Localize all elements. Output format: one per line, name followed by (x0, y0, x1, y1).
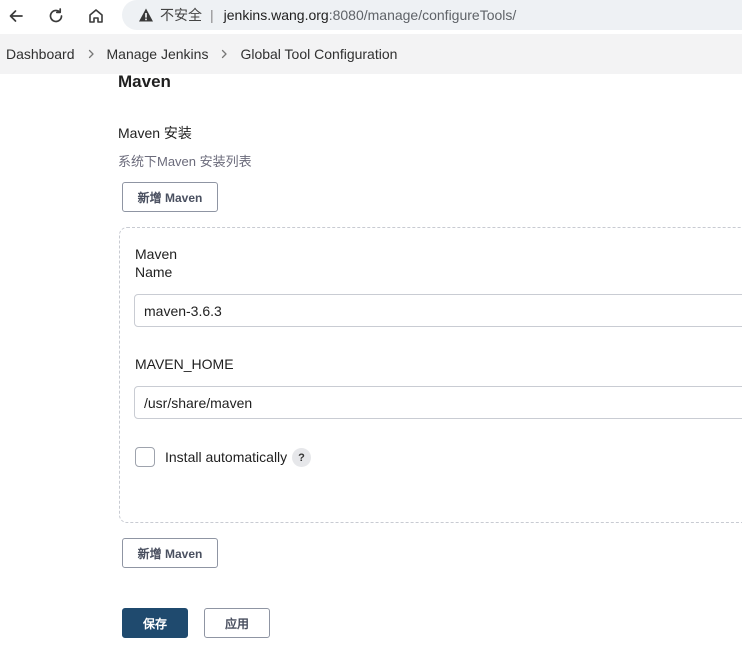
chevron-right-icon (208, 49, 240, 59)
installation-header: Maven (135, 246, 178, 262)
url-separator: | (210, 7, 214, 23)
add-maven-button-bottom[interactable]: 新增 Maven (122, 538, 218, 568)
security-label[interactable]: 不安全 (160, 5, 202, 25)
help-icon[interactable]: ? (292, 448, 311, 467)
breadcrumb: Dashboard Manage Jenkins Global Tool Con… (0, 34, 742, 74)
back-arrow-icon[interactable] (3, 3, 29, 29)
maven-install-label: Maven 安装 (118, 125, 192, 141)
name-label: Name (135, 264, 173, 280)
add-maven-button[interactable]: 新增 Maven (122, 182, 218, 212)
save-button[interactable]: 保存 (122, 608, 188, 638)
section-title: Maven (118, 72, 171, 91)
install-automatically-checkbox[interactable] (135, 447, 155, 467)
apply-button[interactable]: 应用 (204, 608, 270, 638)
maven-home-label: MAVEN_HOME (135, 356, 234, 372)
address-bar[interactable]: 不安全 | jenkins.wang.org:8080/manage/confi… (122, 0, 742, 30)
browser-toolbar: 不安全 | jenkins.wang.org:8080/manage/confi… (0, 0, 742, 32)
url-path: :8080/manage/configureTools/ (328, 7, 517, 23)
reload-icon[interactable] (43, 3, 69, 29)
home-icon[interactable] (83, 3, 109, 29)
maven-home-input[interactable] (134, 386, 742, 419)
name-input[interactable] (134, 294, 742, 327)
breadcrumb-manage-jenkins[interactable]: Manage Jenkins (107, 46, 209, 62)
breadcrumb-dashboard[interactable]: Dashboard (6, 46, 75, 62)
url-host: jenkins.wang.org (223, 7, 329, 23)
chevron-right-icon (75, 49, 107, 59)
maven-installation-card (119, 227, 742, 523)
maven-install-description: 系统下Maven 安装列表 (118, 154, 252, 169)
warning-icon[interactable] (138, 7, 154, 23)
breadcrumb-global-tool-configuration[interactable]: Global Tool Configuration (240, 46, 397, 62)
install-automatically-label[interactable]: Install automatically (165, 449, 287, 465)
